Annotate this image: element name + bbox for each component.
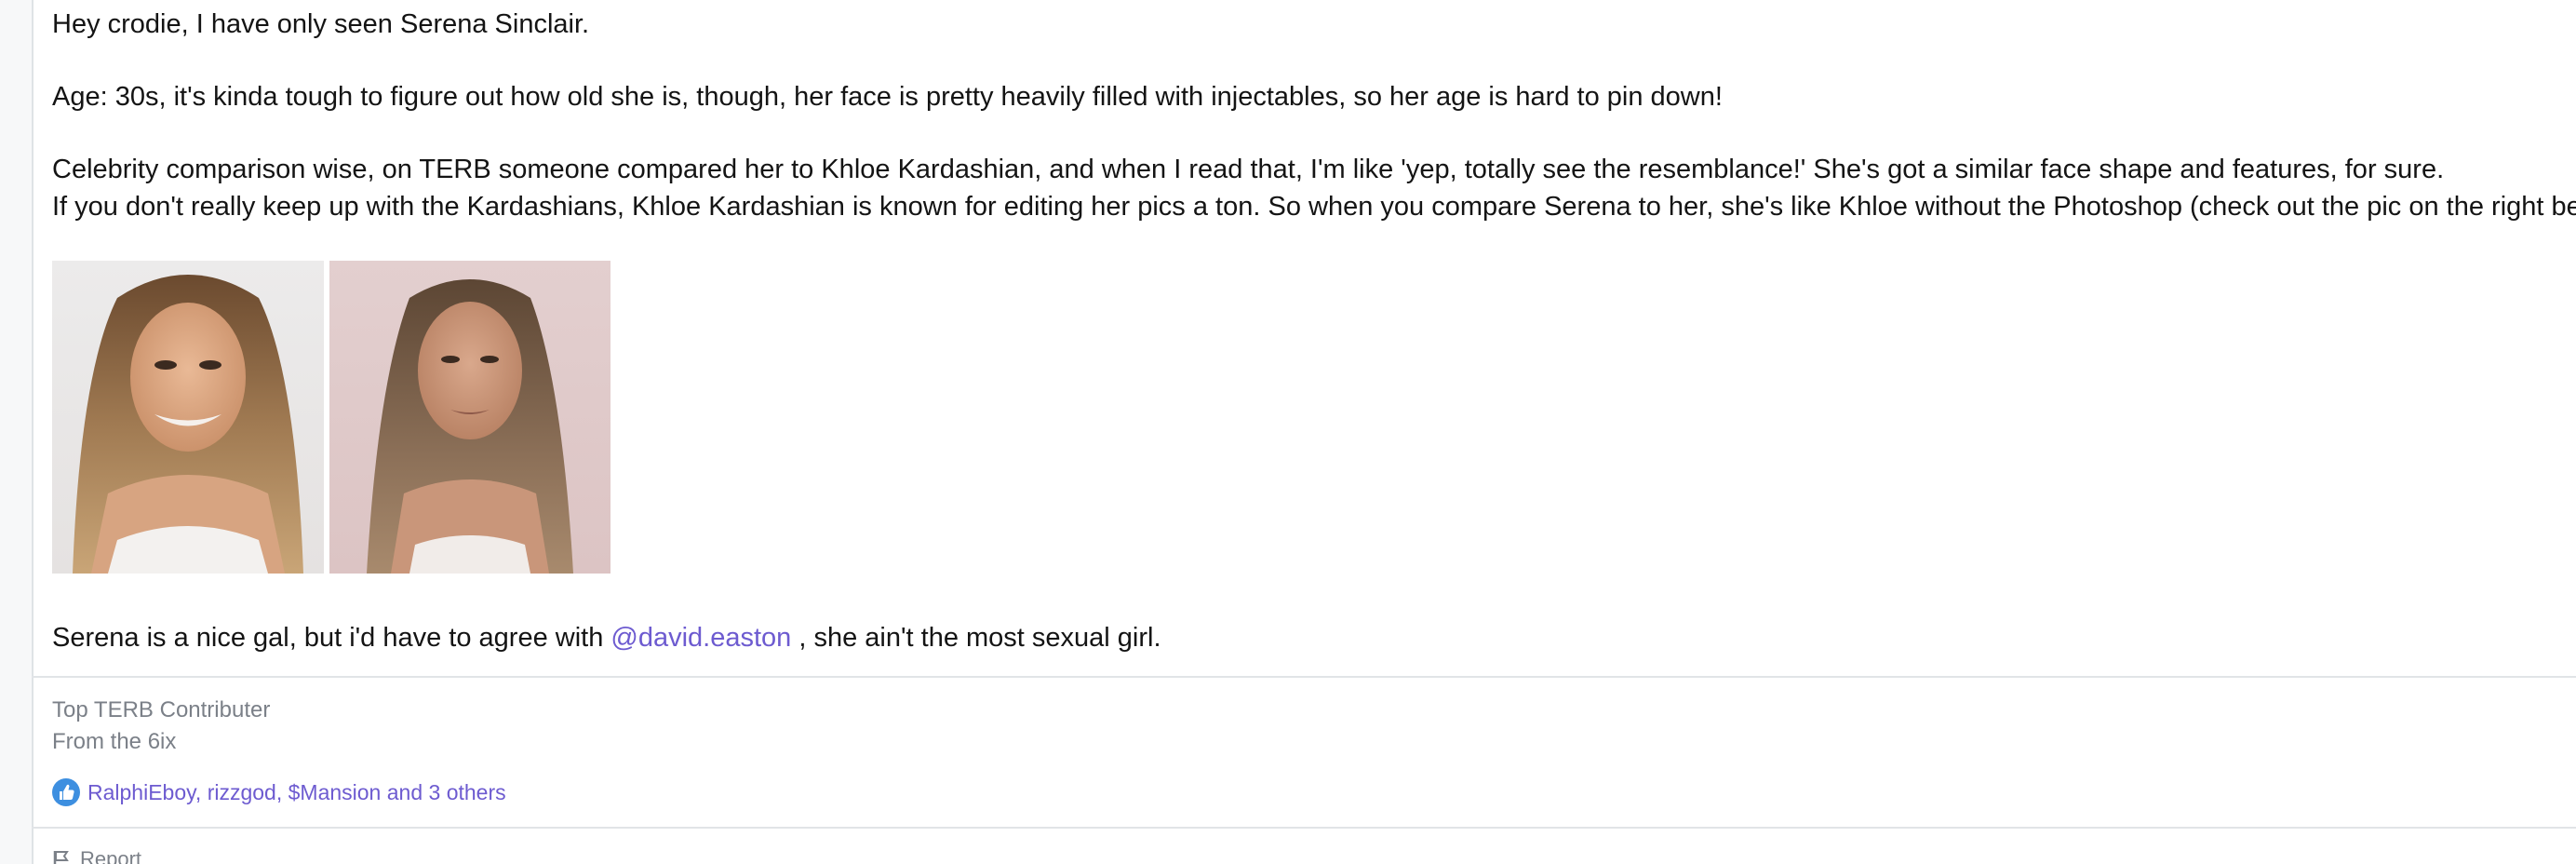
footer-divider xyxy=(32,827,2576,829)
signature-line-title: Top TERB Contributer xyxy=(52,697,271,722)
signature-line-location: From the 6ix xyxy=(52,729,177,754)
signature-divider xyxy=(32,676,2576,678)
post-text-conclusion: Serena is a nice gal, but i'd have to ag… xyxy=(52,619,1161,656)
post-text-kardashian-note: If you don't really keep up with the Kar… xyxy=(52,192,2576,222)
user-mention-link[interactable]: @david.easton xyxy=(610,623,791,653)
post-text-greeting: Hey crodie, I have only seen Serena Sinc… xyxy=(52,9,590,39)
conclusion-text-end: , she ain't the most sexual girl. xyxy=(791,623,1161,653)
thumbs-up-icon xyxy=(52,778,80,806)
post-image-attachment[interactable] xyxy=(52,261,610,574)
photo-unedited[interactable] xyxy=(329,261,610,574)
post-text-age: Age: 30s, it's kinda tough to figure out… xyxy=(52,82,1723,112)
forum-post-page: Hey crodie, I have only seen Serena Sinc… xyxy=(0,0,2576,864)
post-text-comparison: Celebrity comparison wise, on TERB someo… xyxy=(52,155,2445,184)
flag-icon xyxy=(52,849,71,864)
report-button[interactable]: Report xyxy=(52,847,141,864)
conclusion-text-start: Serena is a nice gal, but i'd have to ag… xyxy=(52,623,611,653)
photo-edited[interactable] xyxy=(52,261,324,574)
reactions-bar: RalphiEboy, rizzgod, $Mansion and 3 othe… xyxy=(52,776,506,808)
reaction-users-link[interactable]: RalphiEboy, rizzgod, $Mansion and 3 othe… xyxy=(87,780,506,805)
left-rail xyxy=(0,0,34,864)
report-label: Report xyxy=(80,847,142,864)
user-signature: Top TERB Contributer From the 6ix xyxy=(52,695,270,758)
